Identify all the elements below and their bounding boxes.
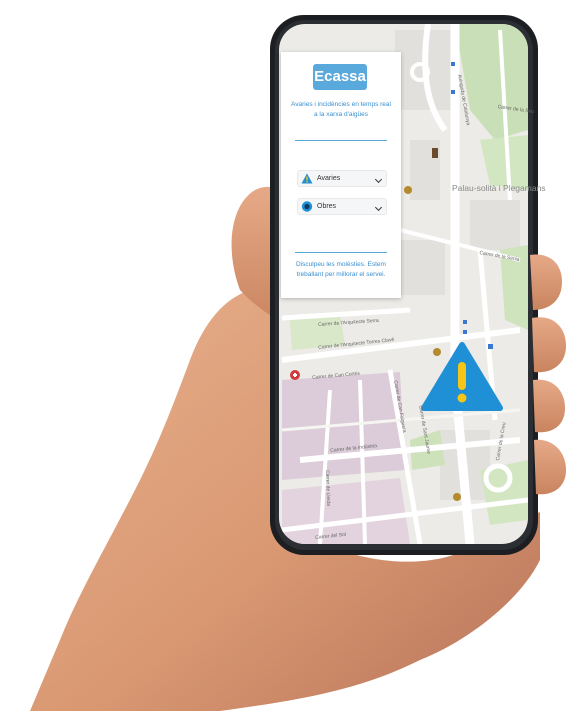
filter-label: Avaries bbox=[317, 175, 341, 182]
hand-finger-1 bbox=[530, 254, 562, 310]
town-label: Palau-solità i Plegamans bbox=[452, 183, 546, 193]
chevron-down-icon bbox=[374, 203, 383, 212]
panel-notice: Disculpeu les molèsties. Estem treballan… bbox=[296, 261, 386, 278]
divider bbox=[295, 140, 387, 141]
hand-finger-4 bbox=[534, 439, 566, 495]
hand-finger-3 bbox=[533, 379, 565, 433]
panel-tagline: Avaries i incidències en temps real a la… bbox=[291, 101, 391, 118]
ecassa-logo[interactable]: Ecassa bbox=[313, 64, 367, 90]
warning-triangle-icon bbox=[301, 173, 313, 184]
works-circle-icon bbox=[301, 201, 313, 212]
chevron-down-icon bbox=[374, 175, 383, 184]
divider bbox=[295, 252, 387, 253]
hand-finger-2 bbox=[532, 317, 566, 373]
side-panel: Ecassa Avaries i incidències en temps re… bbox=[281, 52, 401, 298]
filter-obres-select[interactable]: Obres bbox=[297, 198, 387, 215]
filter-label: Obres bbox=[317, 203, 337, 210]
filter-avaries-select[interactable]: Avaries bbox=[297, 170, 387, 187]
street-label: Carrer de Lleida bbox=[324, 470, 332, 507]
